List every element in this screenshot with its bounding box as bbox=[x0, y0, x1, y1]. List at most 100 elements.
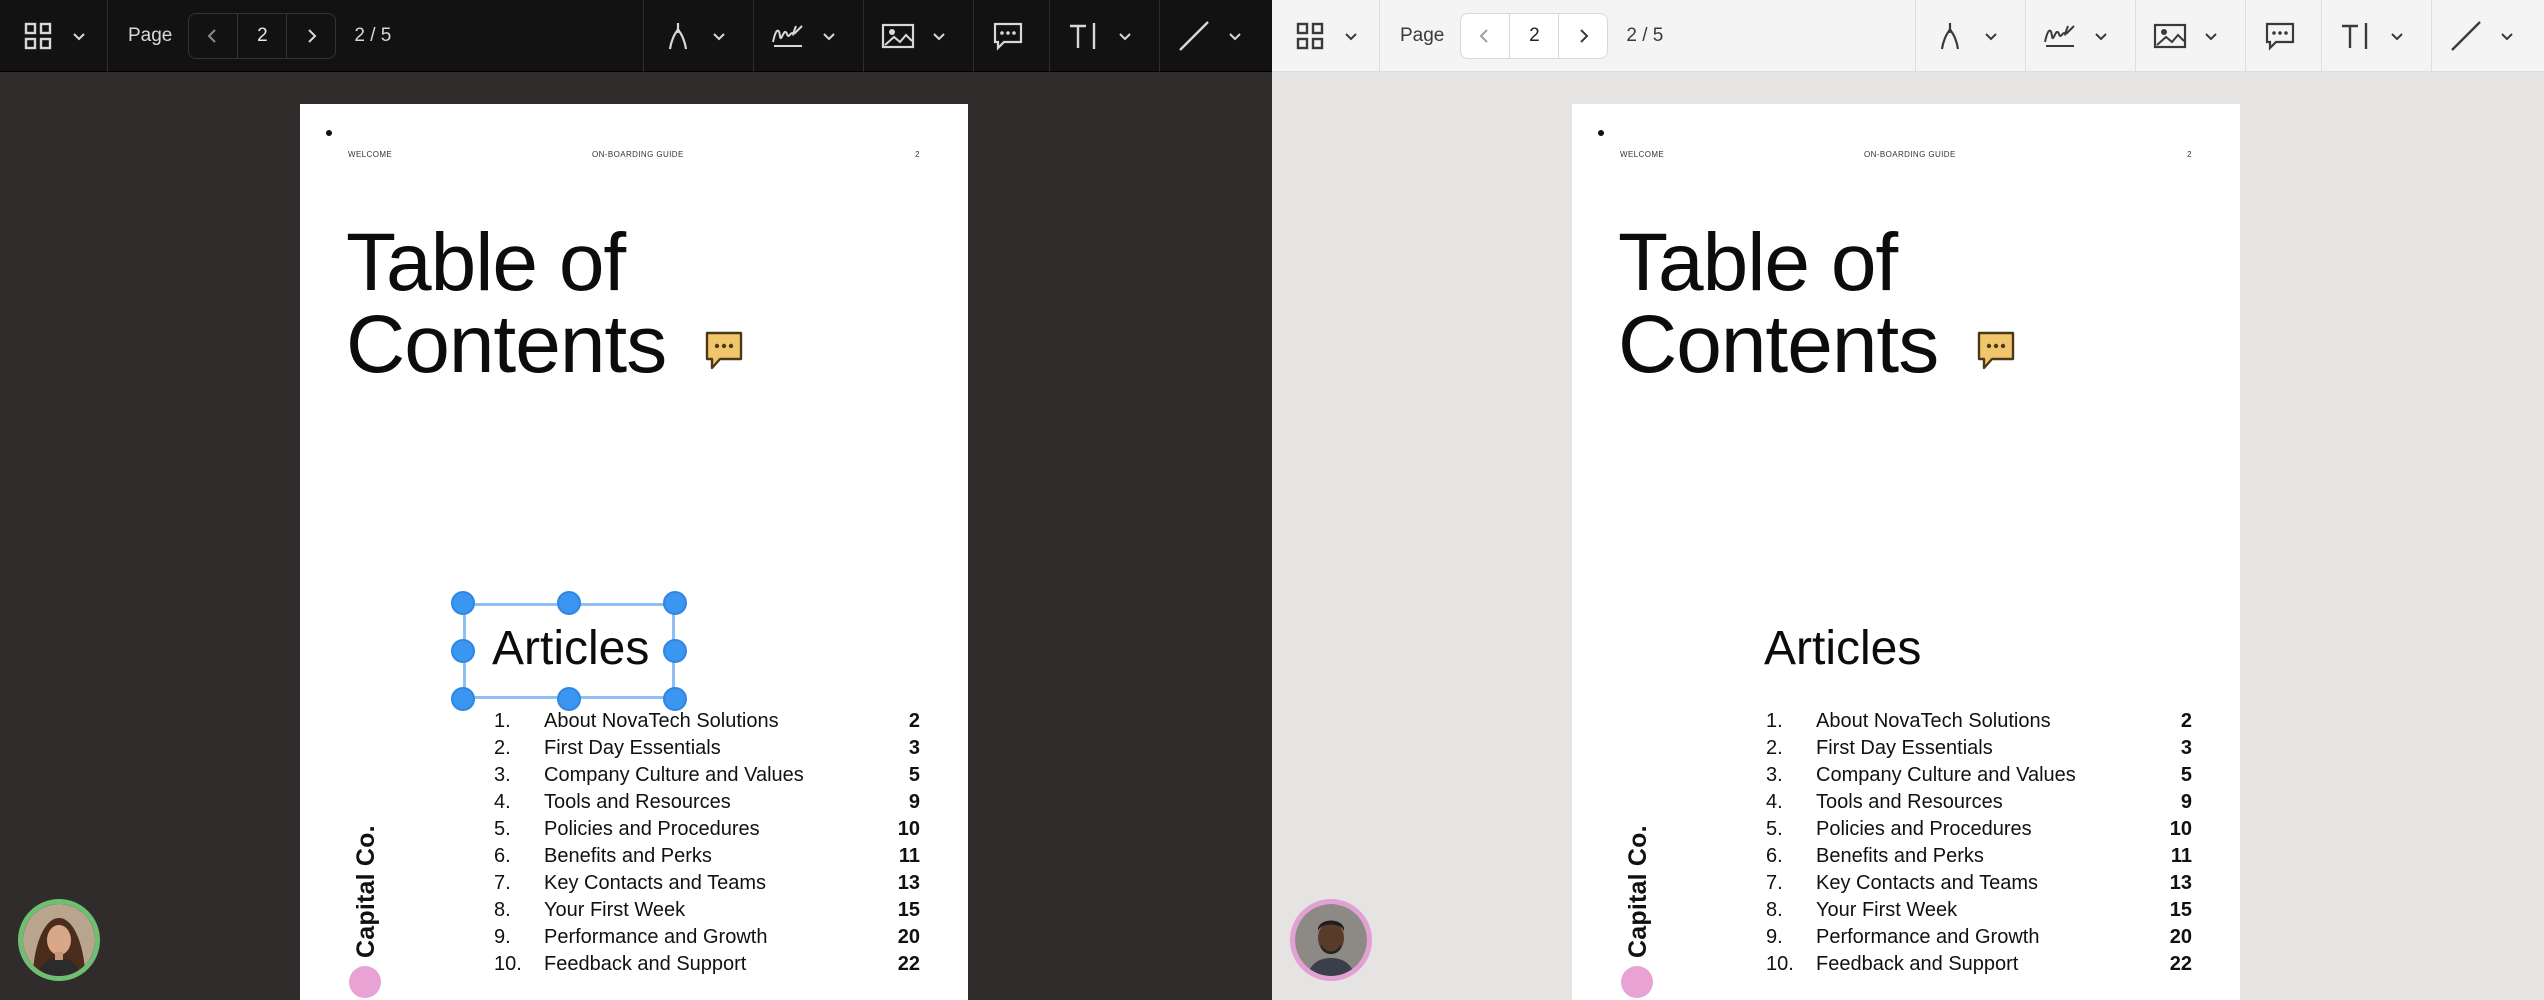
toc-entry[interactable]: 4. Tools and Resources 9 bbox=[1766, 789, 2192, 816]
toc-entry[interactable]: 2. First Day Essentials 3 bbox=[494, 735, 920, 762]
comment-annotation[interactable] bbox=[1976, 330, 2016, 372]
user-avatar[interactable] bbox=[18, 899, 100, 981]
toc-page-number: 3 bbox=[2180, 737, 2192, 759]
image-tool-button[interactable] bbox=[2136, 0, 2246, 72]
signature-tool-button[interactable] bbox=[2026, 0, 2136, 72]
resize-handle-top[interactable] bbox=[557, 591, 581, 615]
toc-title: Feedback and Support bbox=[544, 953, 747, 975]
comment-tool-button[interactable] bbox=[2246, 0, 2322, 72]
chevron-left-icon bbox=[207, 28, 217, 43]
chevron-right-icon bbox=[308, 28, 317, 43]
tool-group bbox=[644, 0, 1272, 72]
chevron-down-icon bbox=[2500, 29, 2514, 43]
toc-entry[interactable]: 9. Performance and Growth 20 bbox=[494, 924, 920, 951]
resize-handle-bottom-left[interactable] bbox=[451, 687, 475, 711]
brand-name: Capital Co. bbox=[352, 825, 380, 958]
toc-number: 10. bbox=[1766, 953, 1794, 975]
text-tool-button[interactable] bbox=[1050, 0, 1160, 72]
toc-title: Benefits and Perks bbox=[1816, 845, 1984, 867]
comment-note-icon bbox=[705, 331, 743, 370]
next-page-button[interactable] bbox=[1559, 14, 1607, 58]
toc-entry[interactable]: 1. About NovaTech Solutions 2 bbox=[1766, 708, 2192, 735]
toc-page-number: 10 bbox=[2169, 818, 2192, 840]
resize-handle-right[interactable] bbox=[663, 639, 687, 663]
chevron-down-icon bbox=[1344, 29, 1358, 43]
previous-page-button[interactable] bbox=[1461, 14, 1509, 58]
header-center: ON-BOARDING GUIDE bbox=[1864, 150, 1956, 159]
toc-page-number: 9 bbox=[908, 791, 920, 813]
avatar-woman-image bbox=[23, 904, 95, 976]
header-page-number: 2 bbox=[915, 150, 920, 159]
pen-tool-button[interactable] bbox=[1916, 0, 2026, 72]
comment-tool-button[interactable] bbox=[974, 0, 1050, 72]
page-title[interactable]: Table of Contents bbox=[1618, 217, 1939, 386]
chevron-down-icon bbox=[822, 29, 836, 43]
signature-tool-button[interactable] bbox=[754, 0, 864, 72]
toc-title: Your First Week bbox=[544, 899, 686, 921]
page-title[interactable]: Table of Contents bbox=[346, 217, 667, 390]
line-tool-button[interactable] bbox=[1160, 0, 1272, 72]
line-tool-button[interactable] bbox=[2432, 0, 2544, 72]
title-line-1: Table of bbox=[346, 217, 626, 308]
toc-entry[interactable]: 5. Policies and Procedures 10 bbox=[1766, 816, 2192, 843]
line-icon bbox=[2448, 18, 2484, 54]
selection-box[interactable] bbox=[451, 591, 687, 711]
signature-icon bbox=[2042, 18, 2078, 54]
header-page-number: 2 bbox=[2187, 150, 2192, 159]
document-page[interactable]: WELCOME ON-BOARDING GUIDE 2 Table of Con… bbox=[300, 104, 968, 1000]
resize-handle-top-right[interactable] bbox=[663, 591, 687, 615]
resize-handle-left[interactable] bbox=[451, 639, 475, 663]
pen-tool-button[interactable] bbox=[644, 0, 754, 72]
toc-entry[interactable]: 2. First Day Essentials 3 bbox=[1766, 735, 2192, 762]
chevron-left-icon bbox=[1479, 28, 1489, 43]
toc-number: 6. bbox=[494, 845, 511, 867]
toc-page-number: 15 bbox=[897, 899, 920, 921]
page-number-input[interactable] bbox=[237, 13, 288, 58]
resize-handle-top-left[interactable] bbox=[451, 591, 475, 615]
grid-menu-button[interactable] bbox=[0, 0, 108, 72]
toc-entry[interactable]: 6. Benefits and Perks 11 bbox=[1766, 843, 2192, 870]
pen-icon bbox=[1932, 18, 1968, 54]
brand-dot bbox=[1621, 966, 1653, 998]
previous-page-button[interactable] bbox=[189, 14, 237, 58]
toc-entry[interactable]: 6. Benefits and Perks 11 bbox=[494, 843, 920, 870]
toolbar: Page 2 / 5 bbox=[0, 0, 1272, 72]
user-avatar[interactable] bbox=[1290, 899, 1372, 981]
toc-entry[interactable]: 10. Feedback and Support 22 bbox=[1766, 951, 2192, 978]
pager bbox=[1460, 12, 1609, 59]
next-page-button[interactable] bbox=[287, 14, 335, 58]
toc-number: 1. bbox=[1766, 710, 1783, 732]
chevron-down-icon bbox=[2204, 29, 2218, 43]
toc-entry[interactable]: 10. Feedback and Support 22 bbox=[494, 951, 920, 978]
page-number-input[interactable] bbox=[1509, 13, 1560, 58]
comment-annotation[interactable] bbox=[704, 330, 744, 372]
toc-title: Company Culture and Values bbox=[544, 764, 804, 786]
table-of-contents-list: 1. About NovaTech Solutions 2 2. First Day … bbox=[494, 708, 920, 978]
bullet-mark bbox=[1598, 130, 1604, 136]
title-line-1: Table of bbox=[1618, 217, 1898, 308]
toc-number: 4. bbox=[494, 791, 511, 813]
toc-title: First Day Essentials bbox=[544, 737, 721, 759]
toc-entry[interactable]: 4. Tools and Resources 9 bbox=[494, 789, 920, 816]
document-page[interactable]: WELCOME ON-BOARDING GUIDE 2 Table of Con… bbox=[1572, 104, 2240, 1000]
toc-page-number: 20 bbox=[897, 926, 920, 948]
toc-entry[interactable]: 8. Your First Week 15 bbox=[1766, 897, 2192, 924]
page-count: 2 / 5 bbox=[1626, 24, 1664, 46]
toc-page-number: 3 bbox=[908, 737, 920, 759]
line-icon bbox=[1176, 18, 1212, 54]
toc-entry[interactable]: 5. Policies and Procedures 10 bbox=[494, 816, 920, 843]
toc-entry[interactable]: 8. Your First Week 15 bbox=[494, 897, 920, 924]
toc-entry[interactable]: 7. Key Contacts and Teams 13 bbox=[494, 870, 920, 897]
toc-entry[interactable]: 1. About NovaTech Solutions 2 bbox=[494, 708, 920, 735]
toc-entry[interactable]: 9. Performance and Growth 20 bbox=[1766, 924, 2192, 951]
toc-title: Key Contacts and Teams bbox=[1816, 872, 2038, 894]
section-heading-articles[interactable]: Articles bbox=[1764, 622, 1921, 676]
image-tool-button[interactable] bbox=[864, 0, 974, 72]
toc-entry[interactable]: 3. Company Culture and Values 5 bbox=[494, 762, 920, 789]
grid-menu-button[interactable] bbox=[1272, 0, 1380, 72]
title-line-2: Contents bbox=[346, 299, 667, 390]
header-left: WELCOME bbox=[348, 150, 393, 159]
toc-entry[interactable]: 3. Company Culture and Values 5 bbox=[1766, 762, 2192, 789]
text-tool-button[interactable] bbox=[2322, 0, 2432, 72]
toc-entry[interactable]: 7. Key Contacts and Teams 13 bbox=[1766, 870, 2192, 897]
